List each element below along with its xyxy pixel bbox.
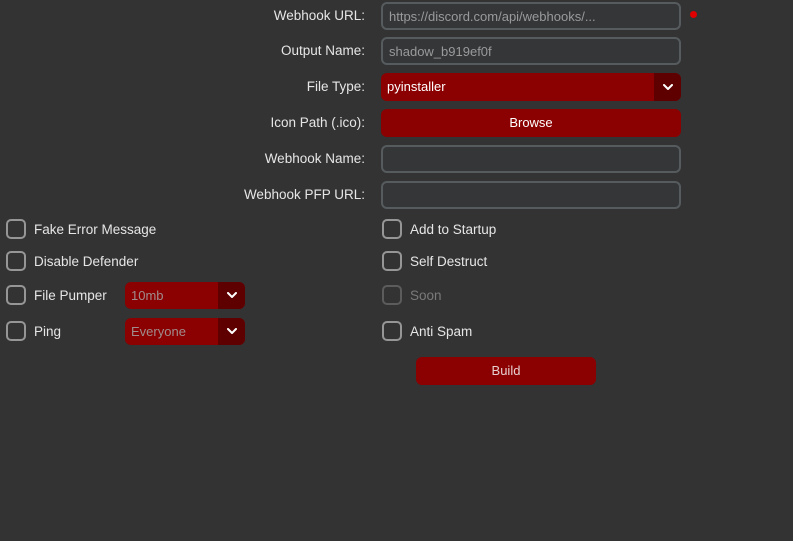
file-pumper-label: File Pumper xyxy=(34,287,107,303)
checkbox-box[interactable] xyxy=(6,219,26,239)
self-destruct-checkbox[interactable]: Self Destruct xyxy=(382,249,487,273)
add-to-startup-checkbox[interactable]: Add to Startup xyxy=(382,217,496,241)
file-pumper-size-select[interactable]: 10mb xyxy=(125,282,245,309)
ping-target-select[interactable]: Everyone xyxy=(125,318,245,345)
add-to-startup-label: Add to Startup xyxy=(410,221,497,237)
chevron-down-icon[interactable] xyxy=(218,318,245,345)
checkbox-box[interactable] xyxy=(382,219,402,239)
browse-button[interactable]: Browse xyxy=(381,109,681,137)
ping-checkbox[interactable]: Ping xyxy=(6,319,61,343)
fake-error-checkbox[interactable]: Fake Error Message xyxy=(6,217,156,241)
checkbox-box xyxy=(382,285,402,305)
ping-label: Ping xyxy=(34,323,62,339)
chevron-down-icon[interactable] xyxy=(654,73,681,101)
disable-defender-checkbox[interactable]: Disable Defender xyxy=(6,249,138,273)
anti-spam-checkbox[interactable]: Anti Spam xyxy=(382,319,472,343)
checkbox-box[interactable] xyxy=(382,251,402,271)
checkbox-box[interactable] xyxy=(6,251,26,271)
webhook-name-input[interactable] xyxy=(381,145,681,173)
file-type-select[interactable]: pyinstaller xyxy=(381,73,681,101)
soon-checkbox: Soon xyxy=(382,283,442,307)
webhook-name-label: Webhook Name: xyxy=(264,151,365,166)
output-name-input[interactable] xyxy=(381,37,681,65)
output-name-label: Output Name: xyxy=(280,43,365,58)
file-type-label: File Type: xyxy=(306,79,365,94)
build-button[interactable]: Build xyxy=(416,357,596,385)
webhook-url-input[interactable] xyxy=(381,2,681,30)
checkbox-box[interactable] xyxy=(6,285,26,305)
chevron-down-icon[interactable] xyxy=(218,282,245,309)
webhook-pfp-url-input[interactable] xyxy=(381,181,681,209)
file-type-value: pyinstaller xyxy=(387,79,446,94)
disable-defender-label: Disable Defender xyxy=(34,253,139,269)
anti-spam-label: Anti Spam xyxy=(410,323,473,339)
file-pumper-checkbox[interactable]: File Pumper xyxy=(6,283,107,307)
checkbox-box[interactable] xyxy=(6,321,26,341)
checkbox-box[interactable] xyxy=(382,321,402,341)
fake-error-label: Fake Error Message xyxy=(34,221,157,237)
file-pumper-size-value: 10mb xyxy=(131,288,164,303)
webhook-url-label: Webhook URL: xyxy=(273,8,365,23)
webhook-pfp-url-label: Webhook PFP URL: xyxy=(243,187,365,202)
builder-window: Webhook URL: Output Name: File Type: pyi… xyxy=(0,0,793,541)
soon-label: Soon xyxy=(410,287,442,303)
icon-path-label: Icon Path (.ico): xyxy=(270,115,365,130)
ping-target-value: Everyone xyxy=(131,324,186,339)
self-destruct-label: Self Destruct xyxy=(410,253,488,269)
red-dot-icon xyxy=(690,11,697,18)
